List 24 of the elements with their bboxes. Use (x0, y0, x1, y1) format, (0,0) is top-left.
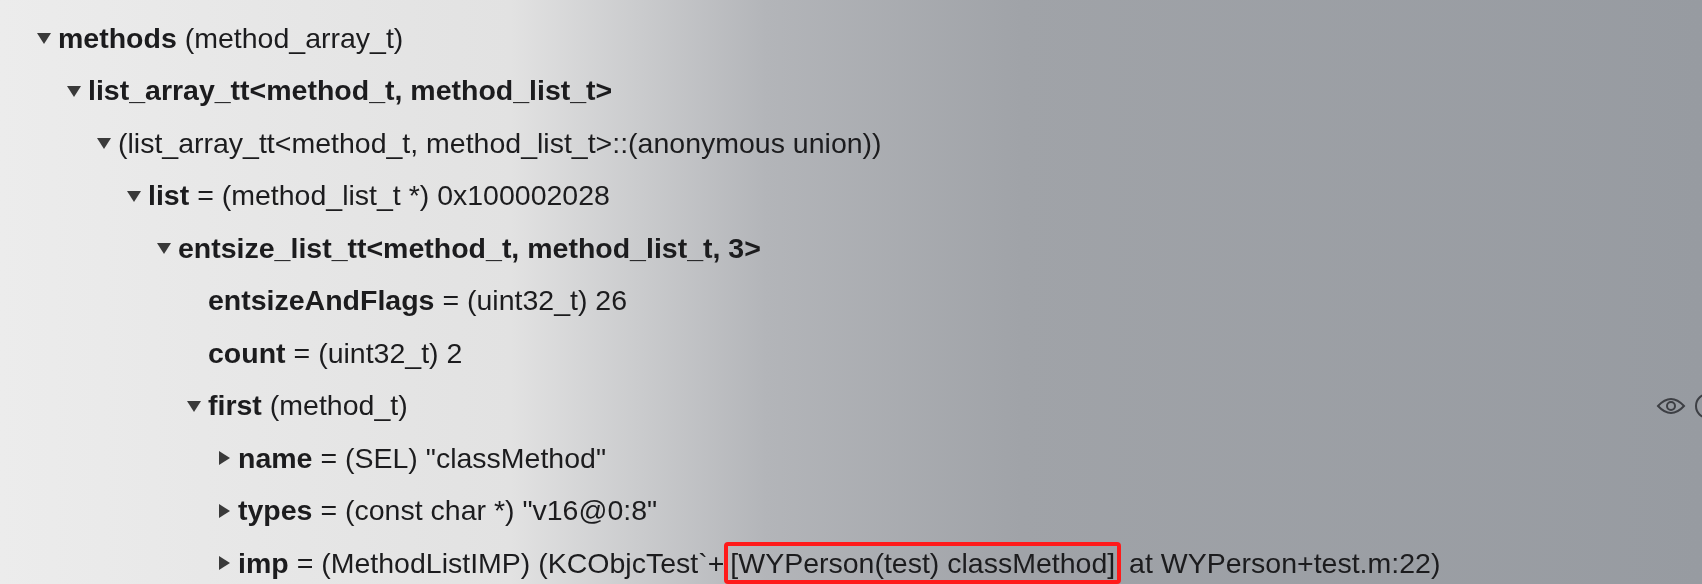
variable-name: methods (58, 20, 177, 56)
variable-value: = (uint32_t) 2 (293, 335, 463, 371)
variable-name: types (238, 493, 313, 529)
variable-value: = (method_list_t *) 0x100002028 (197, 178, 610, 214)
variable-name: list_array_tt<method_t, method_list_t> (88, 73, 613, 109)
variable-name: entsize_list_tt<method_t, method_list_t, 3> (178, 230, 761, 266)
variable-value: = (SEL) "classMethod" (320, 440, 606, 476)
variable-value: at WYPerson+test.m:22) (1128, 545, 1441, 581)
variable-value: = (uint32_t) 26 (442, 283, 628, 319)
disclosure-triangle-right-icon[interactable] (216, 450, 232, 467)
variable-value: = (MethodListIMP) (KCObjcTest`+ (296, 545, 725, 581)
variable-name: first (208, 388, 262, 424)
variable-name: name (238, 440, 313, 476)
variable-value: = (const char *) "v16@0:8" (320, 493, 658, 529)
disclosure-triangle-right-icon[interactable] (216, 502, 232, 519)
variable-name: count (208, 335, 286, 371)
variable-value: (list_array_tt<method_t, method_list_t>::(anonymous union)) (118, 125, 882, 161)
variable-value: (method_array_t) (184, 20, 404, 56)
variable-name: imp (238, 545, 289, 581)
disclosure-triangle-right-icon[interactable] (216, 555, 232, 572)
variable-name: entsizeAndFlags (208, 283, 435, 319)
variable-name: list (148, 178, 190, 214)
variable-value: (method_t) (269, 388, 408, 424)
highlighted-symbol: [WYPerson(test) classMethod] (724, 542, 1122, 584)
